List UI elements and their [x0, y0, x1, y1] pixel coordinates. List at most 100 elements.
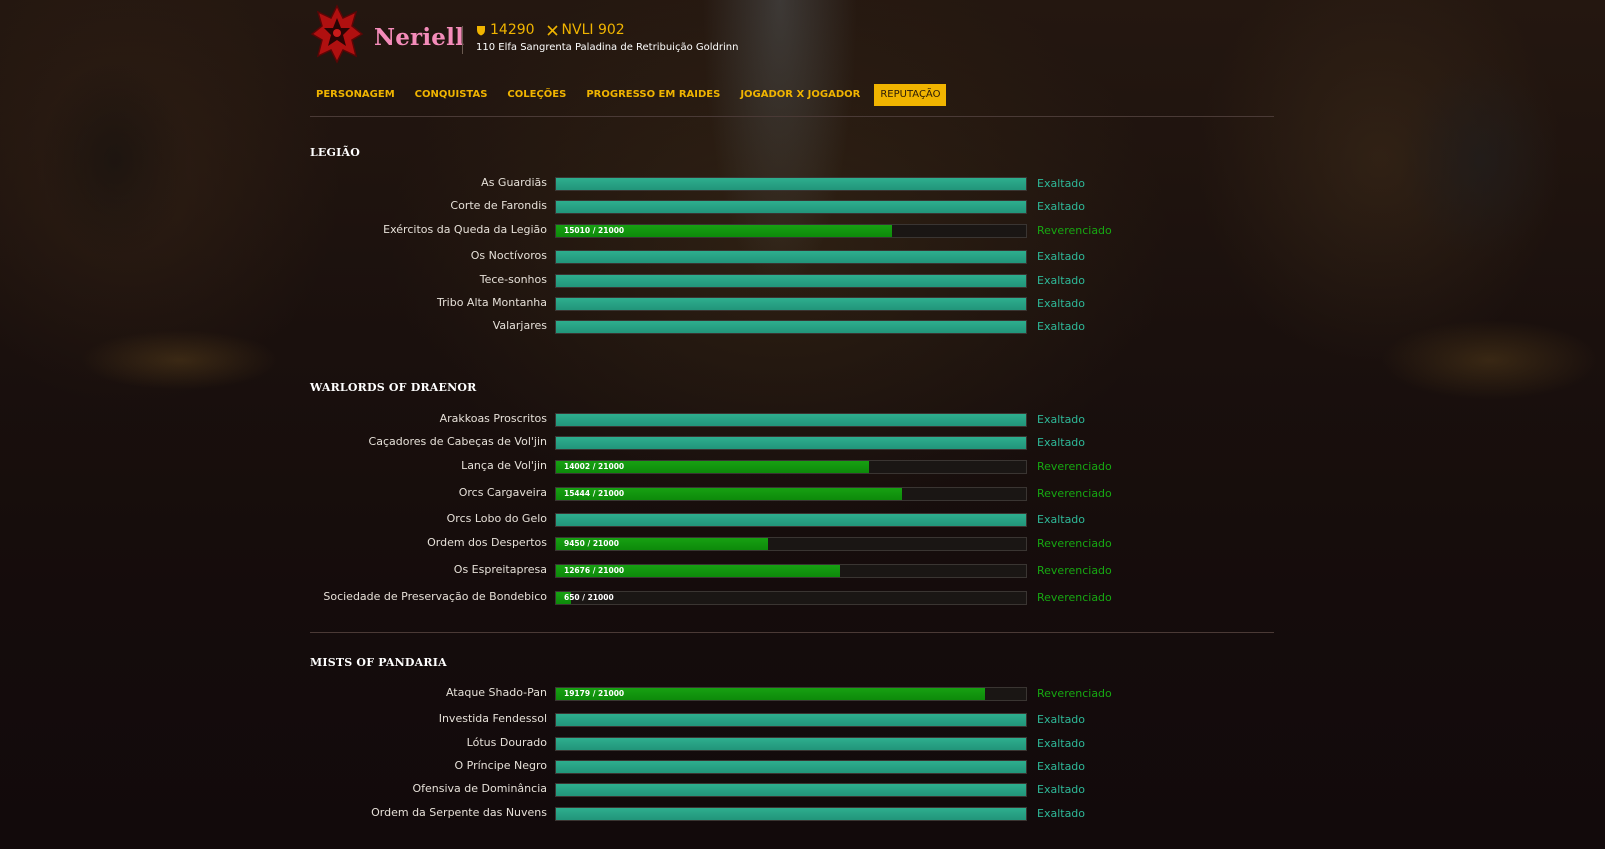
faction-name: Ofensiva de Dominância: [412, 782, 547, 795]
reputation-value: 15444 / 21000: [564, 489, 625, 498]
reputation-value: 12676 / 21000: [564, 566, 625, 575]
reputation-bar: [555, 513, 1027, 527]
reputation-bar: 9450 / 21000: [555, 537, 1027, 551]
tab-conquistas[interactable]: CONQUISTAS: [409, 84, 494, 106]
faction-name: As Guardiãs: [481, 176, 547, 189]
character-description: 110 Elfa Sangrenta Paladina de Retribuiç…: [476, 42, 739, 53]
reputation-row[interactable]: Tece-sonhos Exaltado: [310, 273, 1210, 290]
character-header: Neriell 14290 NVLI 902 110 Elfa Sangrent…: [310, 4, 930, 66]
reputation-row[interactable]: Ofensiva de Dominância Exaltado: [310, 782, 1210, 799]
background-candles-left: [80, 330, 280, 390]
reputation-bar-fill: [556, 808, 1026, 820]
reputation-row[interactable]: As Guardiãs Exaltado: [310, 176, 1210, 193]
reputation-bar: [555, 436, 1027, 450]
reputation-status: Exaltado: [1037, 250, 1086, 263]
profile-nav: PERSONAGEM CONQUISTAS COLEÇÕES PROGRESSO EM…: [310, 84, 954, 106]
reputation-status: Reverenciado: [1037, 537, 1112, 550]
reputation-row[interactable]: Tribo Alta Montanha Exaltado: [310, 296, 1210, 313]
reputation-bar: 12676 / 21000: [555, 564, 1027, 578]
reputation-status: Exaltado: [1037, 320, 1086, 333]
faction-name: O Príncipe Negro: [454, 759, 548, 772]
reputation-bar: [555, 760, 1027, 774]
faction-name: Ataque Shado-Pan: [445, 686, 547, 699]
reputation-row[interactable]: Exércitos da Queda da Legião 15010 / 2100…: [310, 223, 1210, 240]
reputation-value: 19179 / 21000: [564, 689, 625, 698]
tab-progresso-em-raides[interactable]: PROGRESSO EM RAIDES: [580, 84, 726, 106]
reputation-bar: [555, 200, 1027, 214]
item-level: NVLI 902: [546, 22, 625, 38]
faction-name: Sociedade de Preservação de Bondebico: [323, 590, 547, 603]
reputation-bar-fill: [556, 437, 1026, 449]
reputation-bar: [555, 274, 1027, 288]
crossed-swords-icon: [546, 24, 558, 36]
reputation-row[interactable]: Os Noctívoros Exaltado: [310, 249, 1210, 266]
reputation-row[interactable]: Corte de Farondis Exaltado: [310, 199, 1210, 216]
faction-name: Arakkoas Proscritos: [439, 412, 547, 425]
tab-reputa-o[interactable]: REPUTAÇÃO: [874, 84, 947, 106]
faction-name: Lança de Vol'jin: [461, 459, 547, 472]
faction-name: Os Noctívoros: [470, 249, 547, 262]
reputation-bar: [555, 737, 1027, 751]
reputation-bar: [555, 177, 1027, 191]
reputation-row[interactable]: Lótus Dourado Exaltado: [310, 736, 1210, 753]
reputation-row[interactable]: Orcs Cargaveira 15444 / 21000 Reverenciado: [310, 486, 1210, 503]
faction-name: Caçadores de Cabeças de Vol'jin: [368, 435, 547, 448]
tab-jogador-x-jogador[interactable]: JOGADOR X JOGADOR: [734, 84, 866, 106]
reputation-row[interactable]: Os Espreitapresa 12676 / 21000 Reverenciad…: [310, 563, 1210, 580]
reputation-bar: [555, 413, 1027, 427]
reputation-bar: [555, 297, 1027, 311]
reputation-row[interactable]: Ordem dos Despertos 9450 / 21000 Reverenci…: [310, 536, 1210, 553]
item-level-value: NVLI 902: [561, 22, 625, 38]
reputation-row[interactable]: Orcs Lobo do Gelo Exaltado: [310, 512, 1210, 529]
reputation-row[interactable]: Ordem da Serpente das Nuvens Exaltado: [310, 806, 1210, 823]
reputation-bar: [555, 783, 1027, 797]
reputation-bar: 15010 / 21000: [555, 224, 1027, 238]
reputation-bar: [555, 807, 1027, 821]
reputation-bar-fill: [556, 714, 1026, 726]
reputation-row[interactable]: O Príncipe Negro Exaltado: [310, 759, 1210, 776]
reputation-row[interactable]: Valarjares Exaltado: [310, 319, 1210, 336]
reputation-status: Exaltado: [1037, 713, 1086, 726]
reputation-row[interactable]: Ataque Shado-Pan 19179 / 21000 Reverenciad…: [310, 686, 1210, 703]
reputation-status: Exaltado: [1037, 274, 1086, 287]
faction-name: Ordem da Serpente das Nuvens: [371, 806, 547, 819]
reputation-row[interactable]: Sociedade de Preservação de Bondebico 650…: [310, 590, 1210, 607]
character-name[interactable]: Neriell: [374, 24, 464, 51]
reputation-bar: [555, 320, 1027, 334]
reputation-bar: 15444 / 21000: [555, 487, 1027, 501]
reputation-status: Reverenciado: [1037, 460, 1112, 473]
section-title: WARLORDS OF DRAENOR: [310, 381, 477, 394]
reputation-bar-fill: [556, 298, 1026, 310]
shield-icon: [476, 25, 486, 36]
reputation-bar: 14002 / 21000: [555, 460, 1027, 474]
reputation-bar-fill: [556, 414, 1026, 426]
reputation-status: Reverenciado: [1037, 487, 1112, 500]
faction-name: Tribo Alta Montanha: [437, 296, 547, 309]
tab-cole-es[interactable]: COLEÇÕES: [501, 84, 572, 106]
reputation-row[interactable]: Arakkoas Proscritos Exaltado: [310, 412, 1210, 429]
reputation-status: Exaltado: [1037, 807, 1086, 820]
reputation-status: Exaltado: [1037, 200, 1086, 213]
section-title: LEGIÃO: [310, 146, 360, 159]
reputation-value: 15010 / 21000: [564, 226, 625, 235]
tab-personagem[interactable]: PERSONAGEM: [310, 84, 401, 106]
reputation-bar-fill: [556, 178, 1026, 190]
reputation-status: Exaltado: [1037, 436, 1086, 449]
reputation-bar-fill: [556, 251, 1026, 263]
reputation-bar-fill: [556, 514, 1026, 526]
reputation-bar-fill: [556, 784, 1026, 796]
background-candles-right: [1380, 320, 1600, 400]
section-title: MISTS OF PANDARIA: [310, 656, 447, 669]
reputation-value: 650 / 21000: [564, 593, 614, 602]
reputation-bar-fill: [556, 201, 1026, 213]
nav-divider: [310, 116, 1274, 117]
faction-name: Lótus Dourado: [466, 736, 547, 749]
reputation-status: Exaltado: [1037, 760, 1086, 773]
reputation-row[interactable]: Caçadores de Cabeças de Vol'jin Exaltado: [310, 435, 1210, 452]
reputation-row[interactable]: Lança de Vol'jin 14002 / 21000 Reverenciad…: [310, 459, 1210, 476]
faction-name: Ordem dos Despertos: [427, 536, 547, 549]
reputation-status: Reverenciado: [1037, 591, 1112, 604]
header-separator: [462, 26, 463, 54]
reputation-status: Reverenciado: [1037, 687, 1112, 700]
reputation-row[interactable]: Investida Fendessol Exaltado: [310, 712, 1210, 729]
